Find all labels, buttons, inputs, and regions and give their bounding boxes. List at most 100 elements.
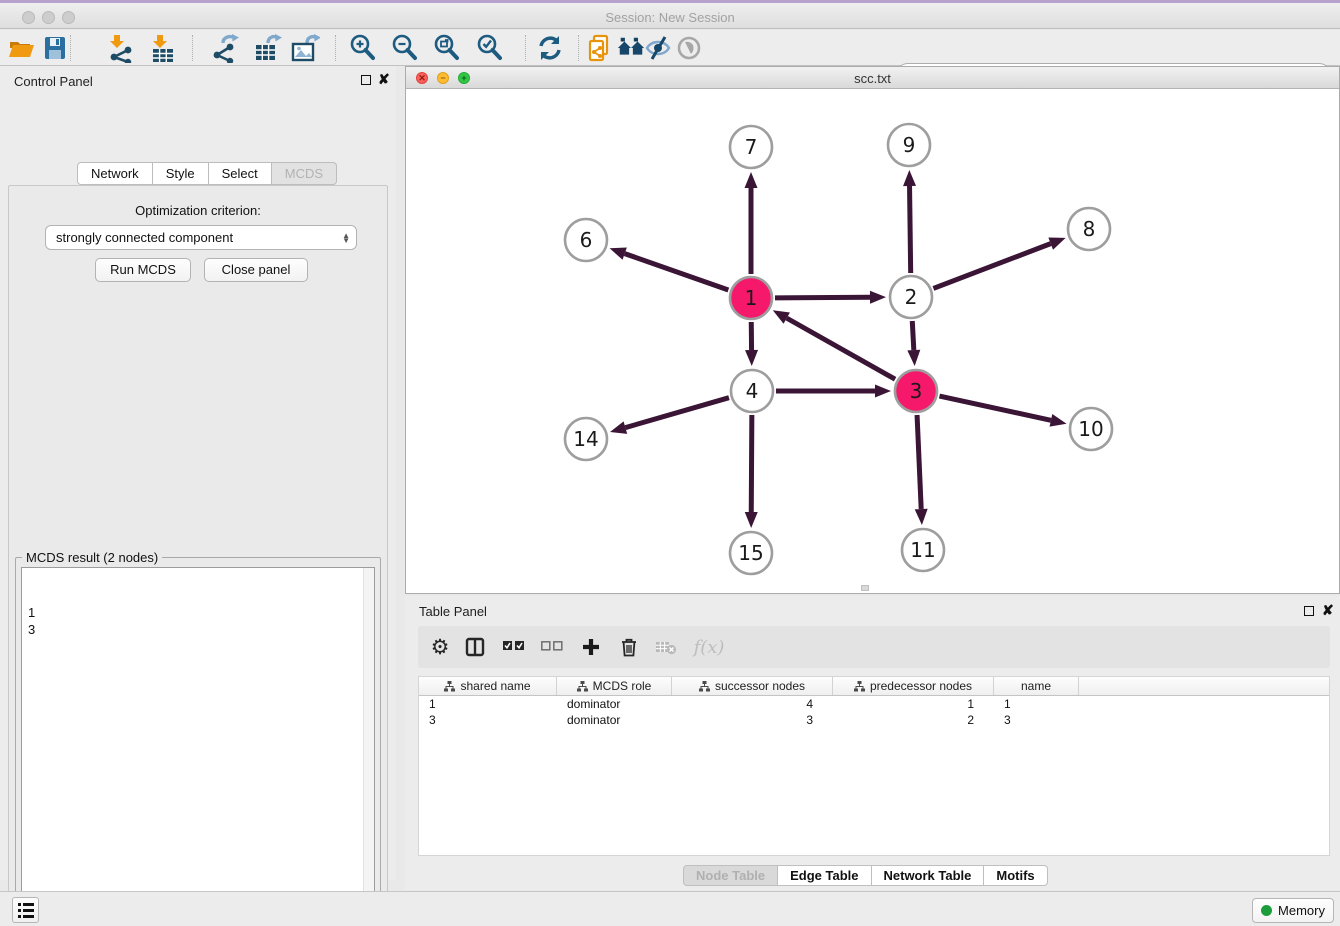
edge-arrowhead xyxy=(907,350,920,366)
edge-4-15[interactable] xyxy=(751,415,752,512)
tab-mcds[interactable]: MCDS xyxy=(272,162,337,185)
show-graphics-details-button[interactable] xyxy=(674,33,704,63)
select-all-button[interactable] xyxy=(499,626,529,668)
create-column-button[interactable] xyxy=(576,626,606,668)
table-row[interactable]: 1dominator411 xyxy=(419,696,1329,712)
column-header-successor-nodes[interactable]: successor nodes xyxy=(672,677,833,695)
tab-node-table[interactable]: Node Table xyxy=(683,865,778,886)
hide-graphics-details-button[interactable] xyxy=(643,33,673,63)
node-label-4: 4 xyxy=(746,379,759,403)
task-history-button[interactable] xyxy=(12,897,39,923)
optimization-criterion-dropdown[interactable]: strongly connected component ▲▼ xyxy=(45,225,357,250)
cell-predecessor-nodes[interactable]: 2 xyxy=(833,712,994,728)
edge-1-6[interactable] xyxy=(625,254,729,290)
edge-arrowhead xyxy=(610,247,627,259)
export-table-button[interactable] xyxy=(252,33,282,63)
column-header-predecessor-nodes[interactable]: predecessor nodes xyxy=(833,677,994,695)
run-mcds-button[interactable]: Run MCDS xyxy=(95,258,191,282)
edge-2-9[interactable] xyxy=(910,186,911,273)
edge-3-10[interactable] xyxy=(939,396,1050,420)
zoom-fit-icon xyxy=(432,33,462,63)
edge-arrowhead xyxy=(903,170,916,186)
node-label-3: 3 xyxy=(910,379,923,403)
toolbar-separator xyxy=(578,35,579,61)
columns-icon xyxy=(465,637,485,657)
cell-predecessor-nodes[interactable]: 1 xyxy=(833,696,994,712)
copy-network-button[interactable] xyxy=(585,33,615,63)
cell-successor-nodes[interactable]: 4 xyxy=(672,696,833,712)
delete-table-button-disabled xyxy=(651,626,681,668)
close-table-panel-icon[interactable]: ✘ xyxy=(1322,602,1334,618)
edge-2-3[interactable] xyxy=(912,321,914,350)
table-settings-button[interactable]: ⚙ xyxy=(425,626,455,668)
deselect-all-button[interactable] xyxy=(537,626,567,668)
cell-successor-nodes[interactable]: 3 xyxy=(672,712,833,728)
scrollbar-stub[interactable] xyxy=(861,585,869,591)
delete-table-icon xyxy=(655,639,677,655)
zoom-in-button[interactable] xyxy=(348,33,378,63)
cell-MCDS-role[interactable]: dominator xyxy=(557,712,672,728)
import-table-icon xyxy=(148,33,178,63)
mcds-panel: Optimization criterion: strongly connect… xyxy=(8,185,388,926)
cell-shared-name[interactable]: 1 xyxy=(419,696,557,712)
edge-4-14[interactable] xyxy=(625,398,729,428)
float-table-panel-icon[interactable] xyxy=(1304,606,1314,616)
refresh-view-button[interactable] xyxy=(535,33,565,63)
main-toolbar xyxy=(0,30,1340,66)
result-scrollbar[interactable] xyxy=(363,568,374,926)
network-window-titlebar[interactable]: ✕ − + scc.txt xyxy=(406,67,1339,89)
export-network-button[interactable] xyxy=(210,33,240,63)
save-session-button[interactable] xyxy=(40,33,70,63)
edge-3-11[interactable] xyxy=(917,415,921,509)
cell-name[interactable]: 3 xyxy=(994,712,1079,728)
zoom-out-icon xyxy=(390,33,420,63)
zoom-selected-button[interactable] xyxy=(475,33,505,63)
import-table-button[interactable] xyxy=(148,33,178,63)
edge-2-8[interactable] xyxy=(933,244,1050,289)
close-panel-icon[interactable]: ✘ xyxy=(378,71,390,87)
zoom-fit-button[interactable] xyxy=(432,33,462,63)
edge-arrowhead xyxy=(610,421,627,433)
fx-icon: f(x) xyxy=(694,637,725,658)
toolbar-separator xyxy=(70,35,71,61)
network-graph[interactable]: 7968124314101511 xyxy=(406,89,1339,593)
column-layout-button[interactable] xyxy=(460,626,490,668)
network-canvas[interactable]: 7968124314101511 xyxy=(406,89,1339,593)
mcds-result-textarea[interactable]: 13 xyxy=(21,567,375,926)
column-header-name[interactable]: name xyxy=(994,677,1079,695)
tab-edge-table[interactable]: Edge Table xyxy=(778,865,871,886)
column-header-shared-name[interactable]: shared name xyxy=(419,677,557,695)
refresh-icon xyxy=(536,34,564,62)
gear-icon: ⚙ xyxy=(431,635,450,660)
tree-icon xyxy=(854,681,865,692)
zoom-out-button[interactable] xyxy=(390,33,420,63)
status-bar: Memory xyxy=(0,891,1340,926)
edge-3-1[interactable] xyxy=(787,318,895,379)
node-table[interactable]: shared nameMCDS rolesuccessor nodesprede… xyxy=(418,676,1330,856)
export-image-button[interactable] xyxy=(290,33,320,63)
column-header-MCDS-role[interactable]: MCDS role xyxy=(557,677,672,695)
edge-arrowhead xyxy=(915,509,928,525)
network-title: scc.txt xyxy=(406,71,1339,86)
memory-button[interactable]: Memory xyxy=(1252,898,1334,923)
float-panel-icon[interactable] xyxy=(361,75,371,85)
tab-motifs[interactable]: Motifs xyxy=(984,865,1047,886)
delete-column-button[interactable] xyxy=(614,626,644,668)
cell-MCDS-role[interactable]: dominator xyxy=(557,696,672,712)
tab-style[interactable]: Style xyxy=(153,162,209,185)
cell-name[interactable]: 1 xyxy=(994,696,1079,712)
unchecked-boxes-icon xyxy=(541,638,563,656)
table-row[interactable]: 3dominator323 xyxy=(419,712,1329,728)
import-network-button[interactable] xyxy=(106,33,136,63)
close-panel-button[interactable]: Close panel xyxy=(204,258,308,282)
cell-shared-name[interactable]: 3 xyxy=(419,712,557,728)
first-neighbors-button[interactable] xyxy=(616,33,646,63)
open-session-button[interactable] xyxy=(6,33,36,63)
edge-1-2[interactable] xyxy=(775,297,870,298)
tab-select[interactable]: Select xyxy=(209,162,272,185)
trash-icon xyxy=(620,637,638,657)
toolbar-separator xyxy=(192,35,193,61)
tab-network-table[interactable]: Network Table xyxy=(872,865,985,886)
table-panel: Table Panel ✘ ⚙ xyxy=(405,596,1340,890)
tab-network[interactable]: Network xyxy=(77,162,153,185)
